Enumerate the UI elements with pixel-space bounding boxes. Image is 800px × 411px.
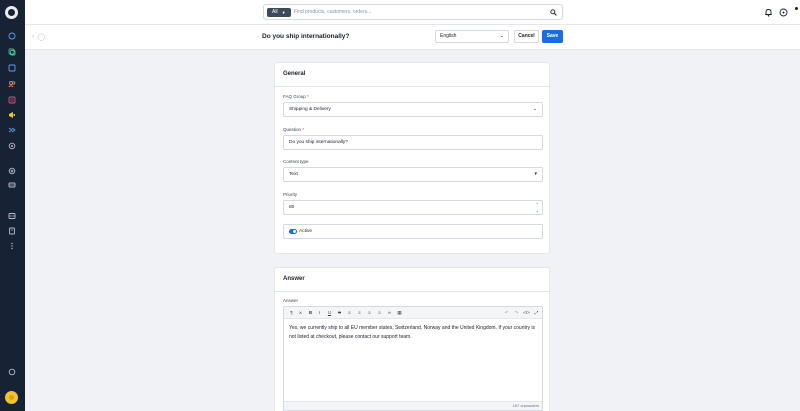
answer-editor[interactable]: ¶ ⨯ B I U S ≡ ≡ ≡ ≡ ∞ ▦ ↶ ↷ </> ⤢ Yes, w…	[283, 306, 543, 411]
card-divider	[275, 86, 549, 87]
expand-icon[interactable]: ⤢	[533, 309, 540, 316]
content-type-label: Content type	[283, 159, 309, 164]
italic-icon[interactable]: I	[316, 309, 323, 316]
character-count: 167 characters	[284, 401, 542, 410]
general-card-title: General	[283, 71, 306, 77]
content-icon[interactable]	[8, 96, 16, 104]
save-button[interactable]: Save	[542, 30, 563, 43]
required-mark: *	[307, 94, 309, 99]
cancel-button[interactable]: Cancel	[514, 30, 539, 43]
active-label: Active	[299, 229, 313, 234]
priority-input[interactable]: 80 ⌃ ⌄	[283, 200, 543, 215]
search-scope-select[interactable]: All ▼	[267, 8, 291, 17]
avatar[interactable]	[5, 391, 18, 404]
bold-icon[interactable]: B	[307, 309, 314, 316]
marketing-icon[interactable]	[8, 111, 16, 119]
code-icon[interactable]: </>	[523, 309, 530, 316]
help-circle-icon[interactable]	[779, 8, 788, 17]
list-icon[interactable]: ≡	[356, 309, 363, 316]
general-card: General FAQ Group * Shipping & Delivery …	[274, 62, 550, 254]
question-label: Question *	[283, 127, 304, 132]
priority-value: 80	[289, 205, 295, 210]
chevron-down-icon: ⌄	[532, 106, 537, 112]
chevron-down-icon: ▼	[281, 10, 286, 15]
search-icon[interactable]	[550, 9, 557, 16]
notification-dot	[795, 7, 798, 10]
priority-stepper[interactable]: ⌃ ⌄	[536, 202, 539, 213]
faq-group-value: Shipping & Delivery	[289, 107, 331, 112]
question-value: Do you ship internationally?	[289, 140, 348, 145]
align-icon[interactable]: ≡	[346, 309, 353, 316]
sidebar	[0, 0, 25, 411]
required-mark: *	[302, 127, 305, 132]
table-icon[interactable]: ▦	[396, 309, 403, 316]
editor-toolbar: ¶ ⨯ B I U S ≡ ≡ ≡ ≡ ∞ ▦ ↶ ↷ </> ⤢	[284, 307, 542, 319]
help-icon[interactable]	[8, 368, 16, 376]
ordered-list-icon[interactable]: ≡	[366, 309, 373, 316]
question-label-text: Question	[283, 127, 302, 132]
language-value: English	[440, 33, 457, 39]
faq-group-select[interactable]: Shipping & Delivery ⌄	[283, 102, 543, 117]
orders-icon[interactable]	[8, 64, 16, 72]
logo-icon[interactable]	[5, 6, 18, 19]
link-icon[interactable]: ∞	[386, 309, 393, 316]
answer-text[interactable]: Yes, we currently ship to all EU member …	[289, 324, 539, 342]
history-nav: ‹ ◯	[32, 33, 45, 41]
content-type-value: Text	[289, 172, 298, 177]
language-select[interactable]: English ⌄	[435, 30, 509, 43]
answer-card-title: Answer	[283, 276, 305, 282]
card-divider	[275, 291, 549, 292]
page-title: Do you ship internationally?	[262, 33, 350, 40]
more-icon[interactable]	[8, 242, 16, 250]
content-type-select[interactable]: Text ▾	[283, 167, 543, 182]
page-header: ‹ ◯ Do you ship internationally? English…	[25, 25, 800, 50]
search-scope-label: All	[272, 9, 278, 15]
search-input[interactable]: Find products, customers, orders...	[294, 5, 371, 20]
promotions-icon[interactable]	[8, 126, 16, 134]
redo-icon[interactable]: ↷	[513, 309, 520, 316]
notifications-bell-icon[interactable]	[764, 8, 773, 17]
answer-label: Answer	[283, 298, 299, 303]
catalog-icon[interactable]	[8, 48, 16, 56]
customers-icon[interactable]	[8, 80, 16, 88]
faq-group-label: FAQ Group *	[283, 94, 309, 99]
question-input[interactable]: Do you ship internationally?	[283, 135, 543, 150]
dashboard-icon[interactable]	[8, 32, 16, 40]
underline-icon[interactable]: U	[326, 309, 333, 316]
settings-icon[interactable]	[8, 142, 16, 150]
reports-icon[interactable]	[8, 227, 16, 235]
strikethrough-icon[interactable]: S	[336, 309, 343, 316]
chevron-down-icon[interactable]: ⌄	[536, 208, 539, 214]
faq-group-label-text: FAQ Group	[283, 94, 306, 99]
sales-channels-icon[interactable]	[8, 181, 16, 189]
priority-label: Priority	[283, 192, 298, 197]
paragraph-icon[interactable]: ¶	[288, 309, 295, 316]
back-arrow-icon[interactable]: ‹	[32, 33, 34, 41]
storage-icon[interactable]	[8, 212, 16, 220]
chevron-down-icon: ⌄	[499, 33, 504, 39]
undo-icon[interactable]: ↶	[503, 309, 510, 316]
answer-card: Answer Answer ¶ ⨯ B I U S ≡ ≡ ≡ ≡ ∞ ▦ ↶ …	[274, 267, 550, 411]
extensions-icon[interactable]	[8, 167, 16, 175]
clear-format-icon[interactable]: ⨯	[297, 309, 304, 316]
indent-icon[interactable]: ≡	[376, 309, 383, 316]
active-toggle[interactable]	[289, 229, 297, 234]
active-toggle-field: Active	[283, 224, 543, 239]
history-icon[interactable]: ◯	[37, 33, 45, 41]
caret-down-icon: ▾	[534, 171, 537, 177]
global-search[interactable]: All ▼ Find products, customers, orders..…	[263, 4, 563, 20]
top-bar: All ▼ Find products, customers, orders..…	[25, 0, 800, 25]
